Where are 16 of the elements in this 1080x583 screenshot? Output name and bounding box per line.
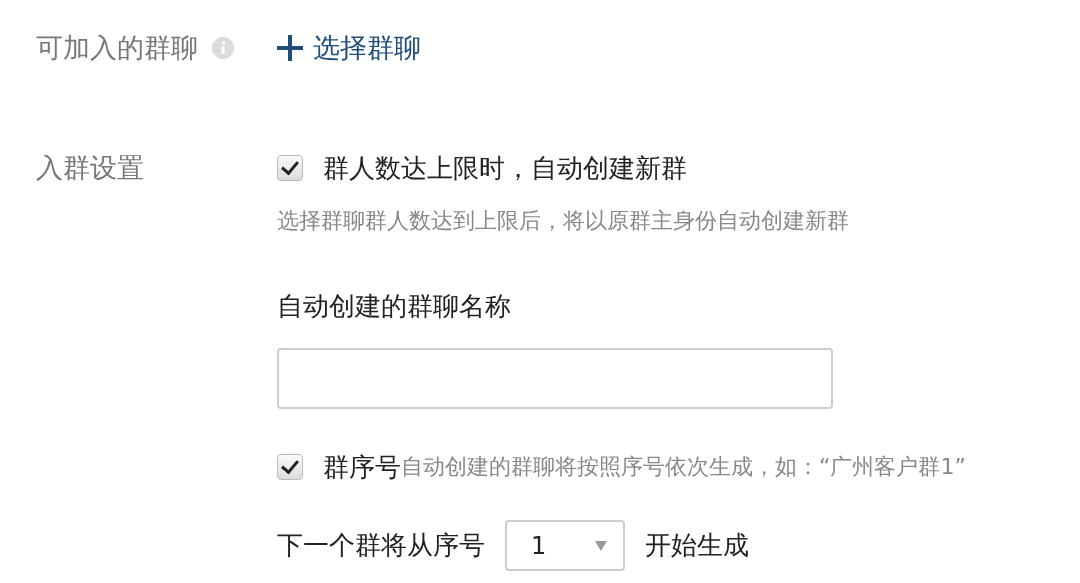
hint-text: 自动创建的群聊将按照序号依次生成，如：“广州客户群1” <box>401 453 966 481</box>
field-label: 入群设置 <box>36 151 144 185</box>
input-field[interactable] <box>277 348 833 409</box>
select-group-link[interactable]: 选择群聊 <box>277 30 421 66</box>
field-label: 自动创建的群聊名称 <box>277 290 512 322</box>
checkbox[interactable] <box>277 155 303 181</box>
label-text: 下一个群将从序号 <box>277 529 485 562</box>
number-dropdown[interactable]: 1 <box>505 520 625 571</box>
plus-icon <box>277 35 303 61</box>
checkbox[interactable] <box>277 454 303 480</box>
field-label: 可加入的群聊 <box>36 31 198 65</box>
checkbox-label: 群人数达上限时，自动创建新群 <box>323 151 687 185</box>
hint-text: 选择群聊群人数达到上限后，将以原群主身份自动创建新群 <box>277 207 850 235</box>
label-text: 开始生成 <box>645 529 749 562</box>
checkbox-label: 群序号 <box>323 450 401 484</box>
caret-icon <box>595 540 607 551</box>
